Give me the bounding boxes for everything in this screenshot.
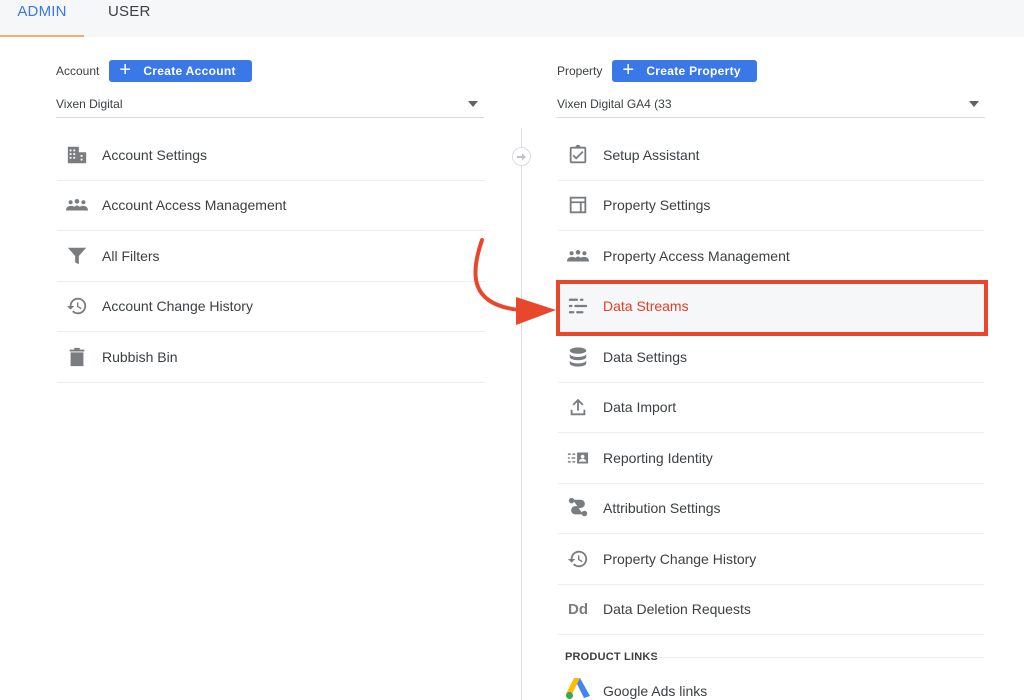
- account-item-all-filters[interactable]: All Filters: [57, 231, 485, 282]
- property-menu: Setup Assistant Property Settings Proper…: [558, 130, 984, 635]
- create-property-button[interactable]: + Create Property: [612, 60, 757, 82]
- property-selector[interactable]: Vixen Digital GA4 (33: [557, 90, 985, 118]
- property-item-attribution-settings[interactable]: Attribution Settings: [558, 484, 984, 534]
- column-divider: [521, 128, 522, 700]
- section-divider: [656, 657, 984, 658]
- database-icon: [566, 345, 590, 369]
- item-label: Property Change History: [603, 550, 757, 567]
- property-item-access-management[interactable]: Property Access Management: [558, 231, 984, 282]
- tab-user[interactable]: USER: [108, 0, 150, 37]
- account-header: Account + Create Account: [56, 60, 252, 82]
- plus-icon: +: [622, 59, 635, 81]
- product-links-heading: PRODUCT LINKS: [565, 651, 659, 663]
- create-account-label: Create Account: [143, 64, 236, 78]
- property-item-change-history[interactable]: Property Change History: [558, 534, 984, 585]
- account-item-access-management[interactable]: Account Access Management: [57, 181, 485, 231]
- item-label: Data Deletion Requests: [603, 601, 751, 618]
- data-streams-icon: [566, 294, 590, 318]
- annotation-arrow-icon: [473, 238, 556, 325]
- history-icon: [65, 294, 89, 318]
- property-item-data-import[interactable]: Data Import: [558, 383, 984, 433]
- reporting-identity-icon: [566, 446, 590, 470]
- property-item-setup-assistant[interactable]: Setup Assistant: [558, 130, 984, 181]
- create-property-label: Create Property: [646, 64, 741, 78]
- property-selected-value: Vixen Digital GA4 (33: [557, 96, 672, 111]
- item-label: Reporting Identity: [603, 449, 713, 466]
- item-label: Data Settings: [603, 348, 688, 365]
- account-selected-value: Vixen Digital: [56, 96, 123, 111]
- admin-tab-bar: ADMIN USER: [0, 0, 1024, 37]
- item-label: Data Import: [603, 399, 677, 416]
- upload-icon: [566, 395, 590, 419]
- property-item-data-streams[interactable]: Data Streams: [558, 281, 984, 332]
- property-item-data-settings[interactable]: Data Settings: [558, 332, 984, 383]
- dropdown-caret-icon: [468, 101, 478, 107]
- item-label: Attribution Settings: [603, 500, 721, 517]
- dd-icon: Dd: [568, 600, 588, 618]
- account-selector[interactable]: Vixen Digital: [56, 90, 484, 118]
- building-icon: [65, 143, 89, 167]
- google-ads-icon: [565, 676, 591, 700]
- product-link-google-ads[interactable]: Google Ads links: [565, 676, 707, 700]
- property-item-data-deletion-requests[interactable]: Dd Data Deletion Requests: [558, 585, 984, 635]
- history-icon: [566, 547, 590, 571]
- property-item-reporting-identity[interactable]: Reporting Identity: [558, 433, 984, 484]
- plus-icon: +: [119, 59, 132, 81]
- account-label: Account: [56, 64, 100, 78]
- item-label: Google Ads links: [603, 682, 708, 699]
- clipboard-check-icon: [566, 143, 590, 167]
- create-account-button[interactable]: + Create Account: [109, 59, 252, 82]
- account-item-rubbish-bin[interactable]: Rubbish Bin: [57, 332, 485, 383]
- account-menu: Account Settings Account Access Manageme…: [57, 130, 485, 383]
- item-label: Account Access Management: [102, 197, 287, 214]
- arrow-right-circle-icon: [512, 147, 531, 166]
- trash-icon: [65, 345, 89, 369]
- tab-admin[interactable]: ADMIN: [0, 0, 84, 37]
- people-icon: [65, 193, 89, 217]
- layout-icon: [566, 193, 590, 217]
- item-label: Property Settings: [603, 197, 711, 214]
- item-label: Rubbish Bin: [102, 348, 178, 365]
- attribution-icon: [566, 496, 590, 520]
- people-icon: [566, 244, 590, 268]
- property-item-settings[interactable]: Property Settings: [558, 181, 984, 231]
- item-label: All Filters: [102, 247, 160, 264]
- dropdown-caret-icon: [969, 101, 979, 107]
- item-label: Account Settings: [102, 146, 208, 163]
- property-label: Property: [557, 64, 603, 78]
- item-label: Account Change History: [102, 298, 253, 315]
- item-label: Setup Assistant: [603, 146, 700, 163]
- property-header: Property + Create Property: [557, 60, 757, 82]
- filter-icon: [65, 244, 89, 268]
- account-item-settings[interactable]: Account Settings: [57, 130, 485, 181]
- account-item-change-history[interactable]: Account Change History: [57, 282, 485, 332]
- item-label: Data Streams: [603, 298, 689, 315]
- item-label: Property Access Management: [603, 247, 790, 264]
